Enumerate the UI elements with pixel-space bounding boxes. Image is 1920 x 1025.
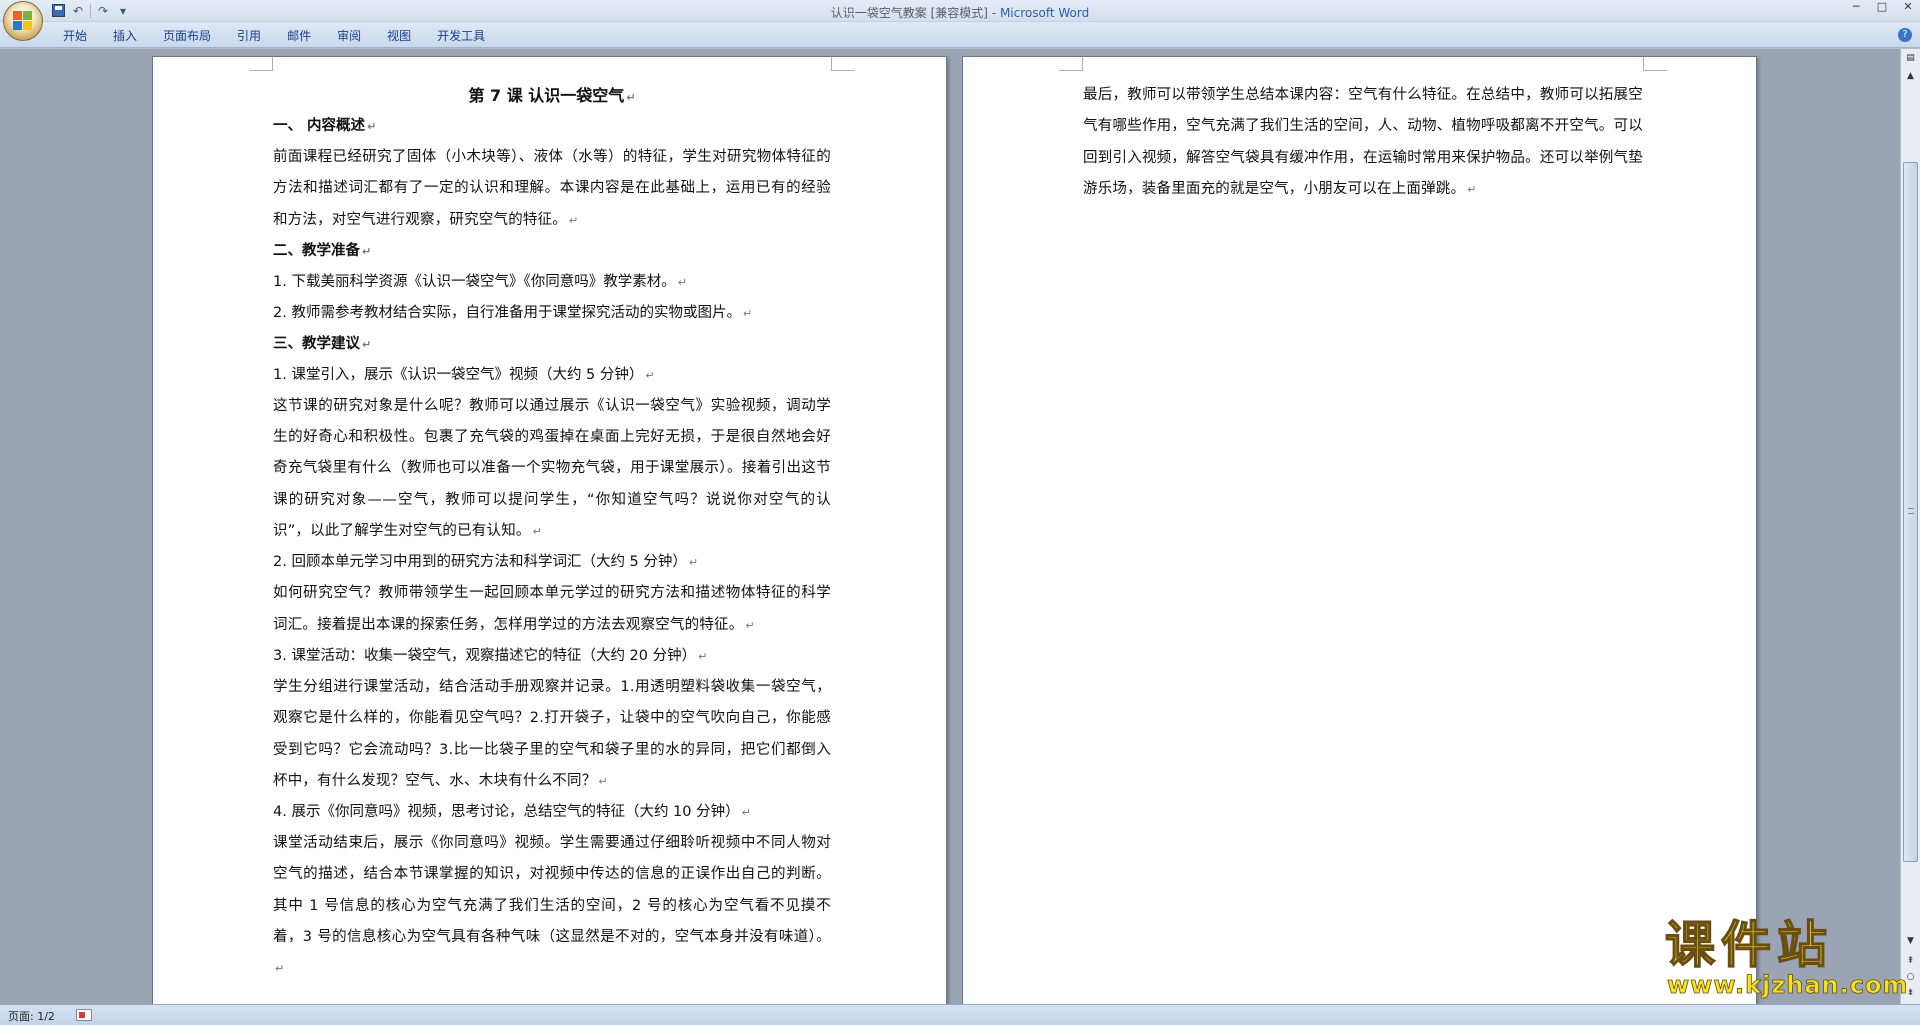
scroll-down-icon[interactable]: ▼: [1903, 934, 1918, 949]
list-item: 1. 下载美丽科学资源《认识一袋空气》《你同意吗》教学素材。 ↵: [273, 273, 687, 290]
title-bar: ↶ ↷ ▾ 认识一袋空气教案 [兼容模式] - Microsoft Word ─…: [0, 0, 1920, 22]
margin-corner-mark: [1643, 57, 1667, 71]
document-area: 第 7 课 认识一袋空气 ↵ 一、 内容概述 ↵ 前面课程已经研究了固体（小木块等）…: [0, 49, 1900, 1004]
margin-corner-mark: [831, 57, 855, 71]
step-title: 4. 展示《你同意吗》视频，思考讨论，总结空气的特征（大约 10 分钟） ↵: [273, 804, 751, 821]
vertical-scrollbar[interactable]: ▤ ▲ ▼ ⇞ ○ ⇟: [1900, 49, 1920, 1004]
window-controls: ─ □ ✕: [1848, 0, 1916, 14]
tab-references[interactable]: 引用: [224, 27, 274, 45]
paragraph: 课堂活动结束后，展示《你同意吗》视频。学生需要通过仔细聆听视频中不同人物对空气的…: [273, 835, 831, 976]
office-button[interactable]: [3, 1, 43, 41]
app-name: Microsoft Word: [999, 6, 1090, 20]
office-logo-icon: [13, 11, 33, 31]
document-name: 认识一袋空气教案 [兼容模式]: [830, 6, 988, 20]
minimize-button[interactable]: ─: [1848, 0, 1864, 14]
scroll-up-icon[interactable]: ▲: [1903, 69, 1918, 84]
paragraph: 最后，教师可以带领学生总结本课内容：空气有什么特征。在总结中，教师可以拓展空气有…: [1083, 87, 1643, 197]
page-1-content: 第 7 课 认识一袋空气 ↵ 一、 内容概述 ↵ 前面课程已经研究了固体（小木块等）…: [273, 81, 831, 985]
help-icon[interactable]: ?: [1898, 28, 1912, 42]
margin-corner-mark: [1059, 57, 1083, 71]
maximize-button[interactable]: □: [1874, 0, 1890, 14]
page-2-content: 最后，教师可以带领学生总结本课内容：空气有什么特征。在总结中，教师可以拓展空气有…: [1083, 80, 1643, 205]
document-title: 第 7 课 认识一袋空气 ↵: [468, 86, 636, 105]
tab-view[interactable]: 视图: [374, 27, 424, 45]
status-bar: 页面: 1/2: [0, 1004, 1920, 1025]
ribbon-tabs: 开始 插入 页面布局 引用 邮件 审阅 视图 开发工具: [50, 27, 498, 45]
proofing-status-icon[interactable]: [76, 1009, 92, 1021]
watermark-url: www.kjzhan.com: [1667, 971, 1909, 999]
page-count-status[interactable]: 页面: 1/2: [8, 1008, 55, 1024]
step-title: 3. 课堂活动：收集一袋空气，观察描述它的特征（大约 20 分钟） ↵: [273, 647, 708, 664]
step-title: 1. 课堂引入，展示《认识一袋空气》视频（大约 5 分钟） ↵: [273, 366, 655, 383]
tab-page-layout[interactable]: 页面布局: [150, 27, 224, 45]
tab-insert[interactable]: 插入: [100, 27, 150, 45]
kjzhan-watermark-logo: 课件站 www.kjzhan.com: [1664, 916, 1909, 999]
tab-mailings[interactable]: 邮件: [274, 27, 324, 45]
scrollbar-thumb[interactable]: [1903, 162, 1918, 862]
tab-review[interactable]: 审阅: [324, 27, 374, 45]
tab-home[interactable]: 开始: [50, 27, 100, 45]
paragraph: 学生分组进行课堂活动，结合活动手册观察并记录。1.用透明塑料袋收集一袋空气，观察…: [273, 678, 831, 789]
ruler-toggle-icon[interactable]: ▤: [1903, 51, 1918, 66]
section-heading: 一、 内容概述 ↵: [273, 118, 377, 134]
paragraph: 前面课程已经研究了固体（小木块等）、液体（水等）的特征，学生对研究物体特征的方法…: [273, 149, 831, 228]
step-title: 2. 回顾本单元学习中用到的研究方法和科学词汇（大约 5 分钟） ↵: [273, 554, 699, 571]
close-button[interactable]: ✕: [1900, 0, 1916, 14]
page-1[interactable]: 第 7 课 认识一袋空气 ↵ 一、 内容概述 ↵ 前面课程已经研究了固体（小木块等）…: [152, 56, 947, 1004]
margin-corner-mark: [249, 57, 273, 71]
window-title: 认识一袋空气教案 [兼容模式] - Microsoft Word: [0, 4, 1920, 21]
section-heading: 三、教学建议 ↵: [273, 335, 372, 352]
tab-developer[interactable]: 开发工具: [424, 27, 498, 45]
grip-icon: [1908, 508, 1914, 514]
previous-page-icon[interactable]: ⇞: [1903, 954, 1918, 969]
title-separator: -: [987, 6, 1000, 20]
list-item: 2. 教师需参考教材结合实际，自行准备用于课堂探究活动的实物或图片。 ↵: [273, 304, 753, 321]
ribbon: 开始 插入 页面布局 引用 邮件 审阅 视图 开发工具 ?: [0, 22, 1920, 48]
paragraph: 这节课的研究对象是什么呢？教师可以通过展示《认识一袋空气》实验视频，调动学生的好…: [273, 397, 831, 540]
page-2[interactable]: 最后，教师可以带领学生总结本课内容：空气有什么特征。在总结中，教师可以拓展空气有…: [962, 56, 1757, 1004]
section-heading: 二、教学准备 ↵: [273, 242, 372, 259]
paragraph: 如何研究空气？教师带领学生一起回顾本单元学过的研究方法和描述物体特征的科学词汇。…: [273, 585, 831, 633]
watermark-title: 课件站: [1664, 916, 1833, 974]
